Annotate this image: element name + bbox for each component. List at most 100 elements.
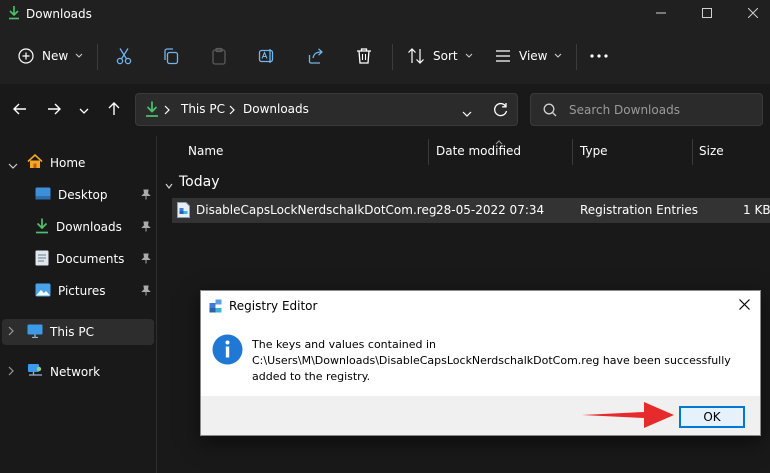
forward-button[interactable] [42, 98, 66, 122]
file-type: Registration Entries [580, 203, 698, 217]
sidebar-item-network[interactable]: Network [27, 359, 100, 385]
network-icon [27, 363, 43, 381]
arrow-up-icon [108, 101, 120, 119]
group-header-today[interactable]: Today [179, 174, 220, 190]
cut-icon [115, 47, 133, 65]
sidebar-item-desktop[interactable]: Desktop [35, 182, 108, 208]
delete-icon [355, 47, 373, 65]
chevron-down-icon [465, 53, 473, 59]
window-title: Downloads [26, 7, 92, 21]
column-header-date-modified[interactable]: Date modified [436, 144, 521, 158]
sort-label: Sort [433, 49, 458, 63]
breadcrumb-downloads[interactable]: Downloads [243, 102, 309, 116]
maximize-button[interactable] [684, 0, 730, 28]
more-options-button[interactable] [590, 40, 608, 72]
dialog-message-line: added to the registry. [252, 370, 371, 383]
new-button[interactable]: New [18, 40, 83, 72]
dialog-message-line: The keys and values contained in [252, 338, 437, 351]
sidebar-item-documents[interactable]: Documents [35, 246, 124, 272]
registry-editor-dialog: Registry Editor The keys and values cont… [200, 290, 761, 436]
view-button[interactable]: View [495, 40, 562, 72]
sort-button[interactable]: Sort [407, 40, 473, 72]
dialog-message-line: C:\Users\M\Downloads\DisableCapsLockNerd… [252, 354, 731, 367]
sidebar-item-label: Downloads [56, 220, 122, 234]
back-button[interactable] [8, 98, 32, 122]
pin-icon [141, 189, 151, 203]
file-size: 1 KB [743, 203, 770, 217]
sidebar-item-label: Home [50, 156, 86, 170]
chevron-right-icon [164, 104, 170, 118]
title-bar: Downloads [0, 0, 770, 28]
recent-locations-button[interactable] [72, 98, 96, 122]
registry-editor-icon [209, 299, 223, 316]
more-icon [590, 54, 608, 58]
sidebar-item-this-pc[interactable]: This PC [27, 319, 94, 345]
search-input[interactable] [569, 100, 754, 120]
documents-icon [35, 250, 49, 269]
rename-icon [258, 47, 276, 65]
share-button[interactable] [307, 40, 325, 72]
up-button[interactable] [102, 98, 126, 122]
close-icon[interactable] [739, 299, 750, 313]
ok-button[interactable]: OK [679, 406, 745, 428]
chevron-down-icon[interactable] [8, 158, 18, 172]
column-divider[interactable] [428, 139, 429, 165]
sidebar-item-label: This PC [50, 325, 94, 339]
chevron-down-icon [79, 103, 89, 117]
sidebar-item-label: Desktop [58, 188, 108, 202]
share-icon [307, 47, 325, 65]
search-box[interactable] [530, 93, 763, 126]
minimize-button[interactable] [638, 0, 684, 28]
table-row[interactable]: DisableCapsLockNerdschalkDotCom.reg 28-0… [172, 198, 770, 223]
sidebar-item-label: Pictures [58, 284, 106, 298]
copy-button[interactable] [162, 40, 180, 72]
refresh-icon[interactable] [493, 102, 508, 120]
new-label: New [42, 49, 69, 63]
pin-icon [141, 285, 151, 299]
pin-icon [141, 221, 151, 235]
chevron-down-icon [554, 53, 562, 59]
maximize-icon [702, 7, 712, 21]
address-history-chevron-icon[interactable] [462, 106, 472, 120]
pin-icon [141, 253, 151, 267]
sidebar-item-home[interactable]: Home [27, 150, 85, 176]
sort-icon [407, 48, 425, 64]
arrow-right-icon [47, 103, 61, 118]
dialog-title-bar: Registry Editor [201, 291, 760, 321]
cut-button[interactable] [115, 40, 133, 72]
command-bar: New Sort View [0, 28, 770, 84]
copy-icon [162, 47, 180, 65]
toolbar-divider [97, 44, 98, 70]
pictures-icon [35, 283, 51, 300]
sidebar-item-downloads[interactable]: Downloads [35, 214, 122, 240]
delete-button[interactable] [355, 40, 373, 72]
chevron-right-icon[interactable] [8, 365, 14, 379]
chevron-right-icon[interactable] [8, 325, 14, 339]
minimize-icon [656, 7, 666, 21]
rename-button[interactable] [258, 40, 276, 72]
column-header-type[interactable]: Type [580, 144, 608, 158]
chevron-down-icon [75, 53, 83, 59]
file-name: DisableCapsLockNerdschalkDotCom.reg [196, 203, 437, 217]
download-icon [145, 101, 159, 121]
toolbar-divider [392, 44, 393, 70]
column-divider[interactable] [572, 139, 573, 165]
address-bar[interactable]: This PC Downloads [135, 93, 518, 126]
dialog-body: The keys and values contained in C:\User… [201, 321, 760, 396]
download-icon [8, 6, 20, 23]
close-icon [747, 7, 759, 21]
registry-file-icon [177, 202, 190, 221]
column-header-name[interactable]: Name [188, 144, 223, 158]
info-icon [212, 334, 243, 368]
sidebar-item-pictures[interactable]: Pictures [35, 278, 106, 304]
chevron-down-icon[interactable] [165, 178, 173, 192]
dialog-title: Registry Editor [229, 299, 318, 313]
close-button[interactable] [730, 0, 770, 28]
paste-button[interactable] [210, 40, 228, 72]
breadcrumb-this-pc[interactable]: This PC [181, 102, 225, 116]
column-header-size[interactable]: Size [699, 144, 724, 158]
column-divider[interactable] [692, 139, 693, 165]
address-row: This PC Downloads [0, 84, 770, 136]
view-label: View [519, 49, 548, 63]
monitor-icon [27, 324, 43, 341]
